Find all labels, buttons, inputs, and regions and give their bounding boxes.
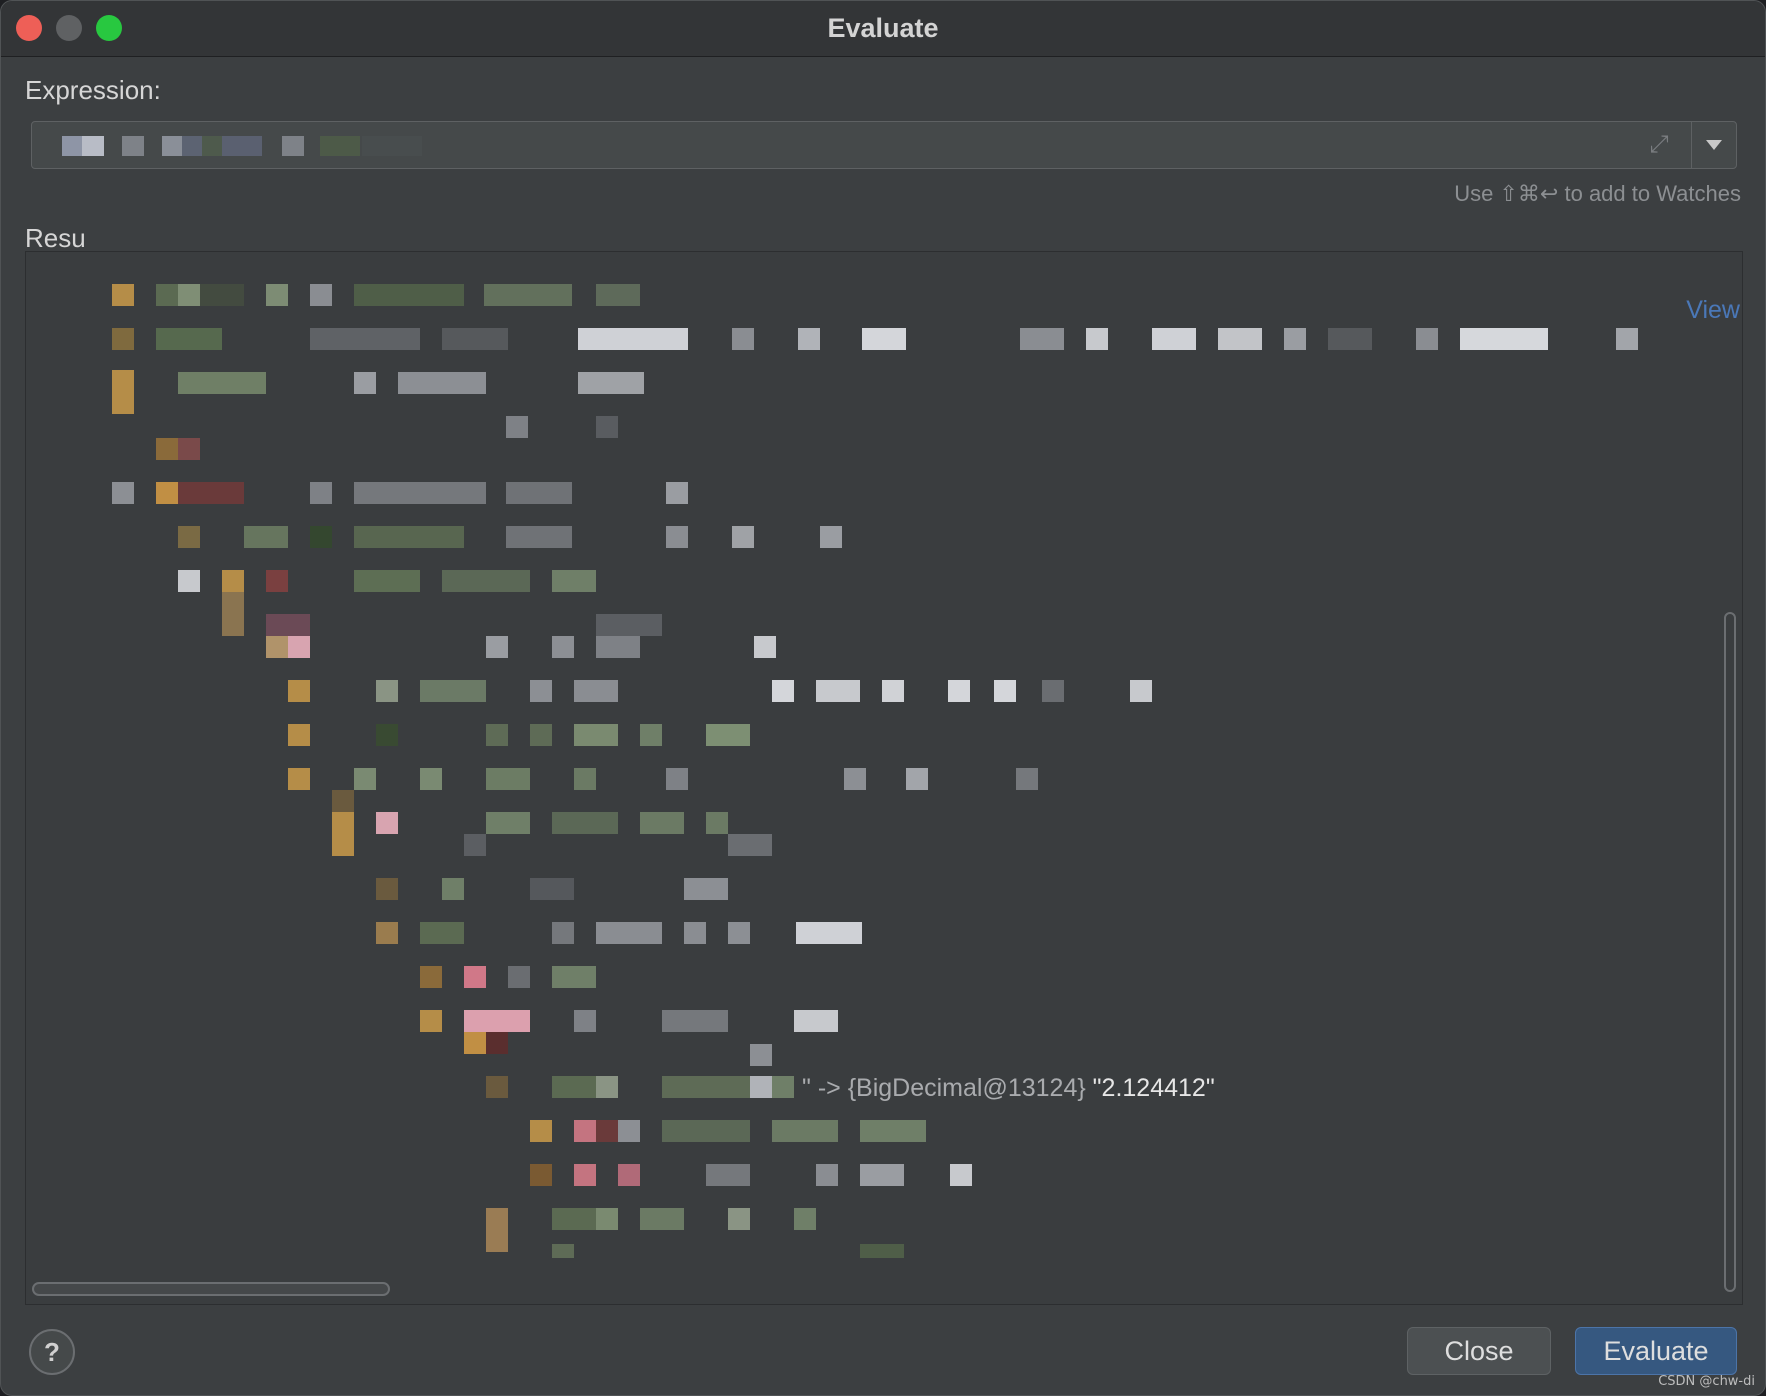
tree-row[interactable] <box>376 878 728 900</box>
tree-row[interactable] <box>486 1208 904 1258</box>
tree-row[interactable] <box>530 1164 972 1186</box>
tree-row[interactable] <box>178 526 842 548</box>
close-button[interactable]: Close <box>1407 1327 1551 1375</box>
expression-label: Expression: <box>25 75 161 105</box>
result-tree-pixelated <box>112 284 1638 1258</box>
tree-row[interactable] <box>420 966 596 988</box>
tree-row[interactable] <box>530 1120 926 1142</box>
result-label: Resu <box>25 223 86 253</box>
vertical-scrollbar[interactable] <box>1724 612 1736 1292</box>
tree-row[interactable] <box>420 1010 838 1066</box>
tree-row[interactable] <box>112 328 1638 350</box>
tree-row[interactable] <box>112 482 688 504</box>
view-link[interactable]: View <box>1686 296 1740 325</box>
entry-value: "2.124412" <box>1092 1074 1215 1102</box>
tree-row[interactable] <box>156 438 200 460</box>
watches-hint: Use ⇧⌘↩ to add to Watches <box>1454 181 1741 206</box>
tree-row[interactable] <box>332 790 772 856</box>
evaluate-button[interactable]: Evaluate <box>1575 1327 1737 1375</box>
tree-row[interactable] <box>266 614 776 658</box>
help-button[interactable]: ? <box>29 1329 75 1375</box>
horizontal-scrollbar[interactable] <box>32 1282 390 1296</box>
window-title: Evaluate <box>827 13 939 43</box>
watermark: CSDN @chw-di <box>1658 1374 1755 1389</box>
tree-row[interactable] <box>178 570 596 636</box>
history-dropdown-button[interactable] <box>1692 122 1736 168</box>
tree-row[interactable] <box>376 922 862 944</box>
expression-text-pixelated <box>62 136 422 156</box>
chevron-down-icon <box>1706 140 1722 150</box>
entry-key-type: " -> {BigDecimal@13124} <box>802 1074 1093 1102</box>
expand-icon[interactable]: ⤢ <box>1644 130 1674 160</box>
result-tree-panel[interactable]: View " -> {BigDecimal@13124} "2.124412" <box>25 251 1743 1305</box>
tree-row[interactable] <box>112 284 640 306</box>
tree-row[interactable] <box>288 724 750 746</box>
title-bar: Evaluate <box>1 1 1765 57</box>
tree-row[interactable] <box>506 416 618 438</box>
evaluate-dialog: Evaluate Expression: ⤢ Use ⇧⌘↩ to add to… <box>0 0 1766 1396</box>
tree-row[interactable] <box>112 370 644 414</box>
expression-input[interactable]: ⤢ <box>31 121 1737 169</box>
tree-row[interactable] <box>486 1076 794 1098</box>
bigdecimal-entry-text: " -> {BigDecimal@13124} "2.124412" <box>802 1074 1215 1103</box>
tree-row[interactable] <box>288 680 1152 702</box>
tree-row[interactable] <box>288 768 1038 790</box>
